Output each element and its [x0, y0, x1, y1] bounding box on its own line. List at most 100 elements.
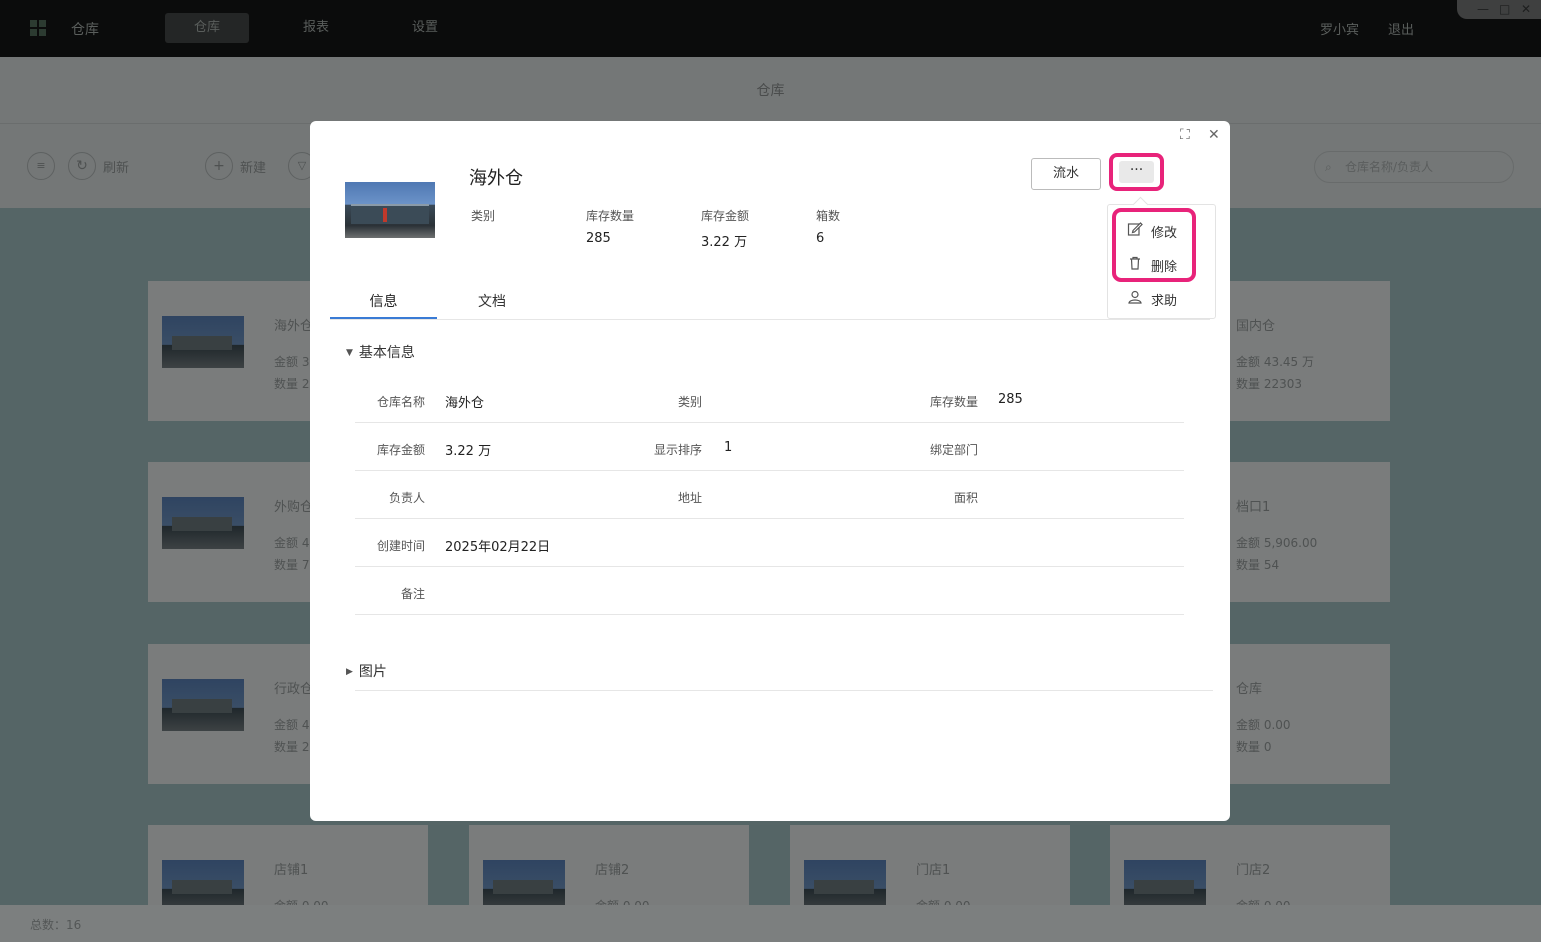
menu-icon[interactable]: ≡: [27, 152, 55, 180]
edit-icon: [1127, 222, 1143, 236]
more-icon: ···: [1119, 161, 1154, 183]
app-logo-icon: [30, 20, 48, 38]
warehouse-card[interactable]: 店铺2 金额 0.00: [469, 825, 749, 913]
card-amount: 金额 0.00: [1236, 718, 1291, 732]
refresh-icon[interactable]: ↻: [68, 152, 96, 180]
stat-amount-value: 3.22 万: [701, 235, 748, 250]
minimize-icon[interactable]: —: [1477, 2, 1489, 16]
user-name[interactable]: 罗小宾: [1320, 19, 1359, 38]
menu-item-edit-label: 修改: [1151, 226, 1178, 241]
active-tab-indicator: [330, 317, 437, 319]
card-name: 外购仓: [274, 500, 314, 515]
search-placeholder: 仓库名称/负责人: [1345, 160, 1434, 174]
card-name: 国内仓: [1236, 319, 1276, 334]
tab-divider: [330, 319, 1210, 320]
card-name: 档口1: [1236, 500, 1271, 515]
new-button[interactable]: 新建: [240, 157, 266, 176]
section-basic-info-label: 基本信息: [358, 345, 415, 361]
refresh-button[interactable]: 刷新: [103, 157, 129, 176]
card-amount: 金额 4: [274, 536, 310, 550]
card-quantity: 数量 2: [274, 377, 310, 391]
field-quantity-label: 库存数量: [929, 395, 978, 409]
nav-reports[interactable]: 报表: [274, 13, 358, 43]
detail-row: 负责人 地址 面积: [355, 470, 1184, 519]
warehouse-card[interactable]: 店铺1 金额 0.00: [148, 825, 428, 913]
window-controls: — □ ✕: [1457, 0, 1541, 19]
menu-item-help-label: 求助: [1151, 294, 1178, 309]
section-pictures-label: 图片: [358, 664, 387, 680]
field-dept-label: 绑定部门: [929, 443, 978, 457]
fullscreen-icon[interactable]: ⛶: [1180, 127, 1190, 143]
caret-right-icon: ▶: [346, 667, 353, 677]
trash-icon: [1130, 256, 1140, 270]
section-pictures[interactable]: ▶ 图片: [346, 661, 387, 681]
field-order-label: 显示排序: [653, 443, 702, 457]
card-name: 店铺1: [274, 863, 309, 878]
stat-quantity-label: 库存数量: [586, 209, 635, 223]
card-name: 仓库: [1236, 682, 1263, 697]
top-bar: 仓库 仓库 报表 设置 罗小宾 退出 — □ ✕: [0, 0, 1541, 57]
warehouse-detail-modal: ⛶ ✕ 海外仓 类别 库存数量 285 库存金额 3.22 万 箱数 6 流水 …: [310, 121, 1230, 821]
detail-row: 创建时间 2025年02月22日: [355, 518, 1184, 567]
warehouse-card[interactable]: 门店1 金额 0.00: [790, 825, 1070, 913]
menu-item-help[interactable]: 求助: [1108, 283, 1217, 313]
total-count: 总数：16: [30, 918, 82, 932]
user-icon: [1128, 290, 1142, 304]
warehouse-card[interactable]: 门店2 金额 0.00: [1110, 825, 1390, 913]
tab-info[interactable]: 信息: [330, 291, 437, 319]
field-owner-label: 负责人: [388, 491, 425, 505]
card-quantity: 数量 22303: [1236, 377, 1302, 391]
field-name-label: 仓库名称: [376, 395, 425, 409]
detail-row: 仓库名称 海外仓 类别 库存数量 285: [355, 374, 1184, 423]
section-divider: [355, 690, 1213, 691]
warehouse-thumbnail: [162, 316, 244, 368]
field-created-label: 创建时间: [376, 539, 425, 553]
card-amount: 金额 5,906.00: [1236, 536, 1318, 550]
field-created-value: 2025年02月22日: [445, 540, 551, 555]
card-amount: 金额 3.: [274, 355, 314, 369]
tab-documents[interactable]: 文档: [450, 291, 534, 319]
stat-amount-label: 库存金额: [701, 209, 750, 223]
caret-down-icon: ▼: [346, 348, 353, 358]
field-quantity-value: 285: [998, 392, 1023, 407]
stat-quantity-value: 285: [586, 231, 611, 246]
page-title: 仓库: [756, 83, 785, 99]
card-quantity: 数量 2: [274, 740, 310, 754]
nav-warehouse[interactable]: 仓库: [165, 13, 249, 43]
card-amount: 金额 43.45 万: [1236, 355, 1314, 369]
maximize-icon[interactable]: □: [1499, 2, 1510, 16]
field-note-label: 备注: [400, 587, 425, 601]
detail-row: 库存金额 3.22 万 显示排序 1 绑定部门: [355, 422, 1184, 471]
stat-category-label: 类别: [471, 209, 496, 223]
warehouse-image: [345, 182, 435, 238]
close-icon[interactable]: ✕: [1208, 127, 1220, 143]
add-icon[interactable]: +: [205, 152, 233, 180]
menu-item-delete-label: 删除: [1151, 260, 1178, 275]
card-quantity: 数量 54: [1236, 558, 1280, 572]
menu-item-edit[interactable]: 修改: [1108, 215, 1217, 245]
field-area-label: 面积: [953, 491, 978, 505]
field-order-value: 1: [724, 440, 733, 455]
logout-link[interactable]: 退出: [1388, 19, 1414, 38]
warehouse-thumbnail: [162, 679, 244, 731]
card-name: 海外仓: [274, 319, 314, 334]
card-quantity: 数量 0: [1236, 740, 1272, 754]
nav-settings[interactable]: 设置: [383, 13, 467, 43]
search-input[interactable]: ⌕ 仓库名称/负责人: [1314, 151, 1514, 183]
warehouse-thumbnail: [162, 497, 244, 549]
field-amount-value: 3.22 万: [445, 444, 492, 459]
menu-item-delete[interactable]: 删除: [1108, 249, 1217, 279]
card-name: 行政仓: [274, 682, 314, 697]
more-actions-menu: 修改 删除 求助: [1107, 204, 1216, 319]
card-quantity: 数量 7: [274, 558, 310, 572]
app-title: 仓库: [71, 22, 99, 38]
flow-button[interactable]: 流水: [1031, 158, 1101, 190]
stat-boxes-label: 箱数: [816, 209, 841, 223]
warehouse-title: 海外仓: [469, 168, 523, 189]
section-basic-info[interactable]: ▼ 基本信息: [346, 342, 415, 362]
close-window-icon[interactable]: ✕: [1521, 2, 1531, 16]
detail-row: 备注: [355, 566, 1184, 615]
more-button[interactable]: ···: [1109, 153, 1164, 191]
card-name: 店铺2: [595, 863, 630, 878]
field-amount-label: 库存金额: [376, 443, 425, 457]
